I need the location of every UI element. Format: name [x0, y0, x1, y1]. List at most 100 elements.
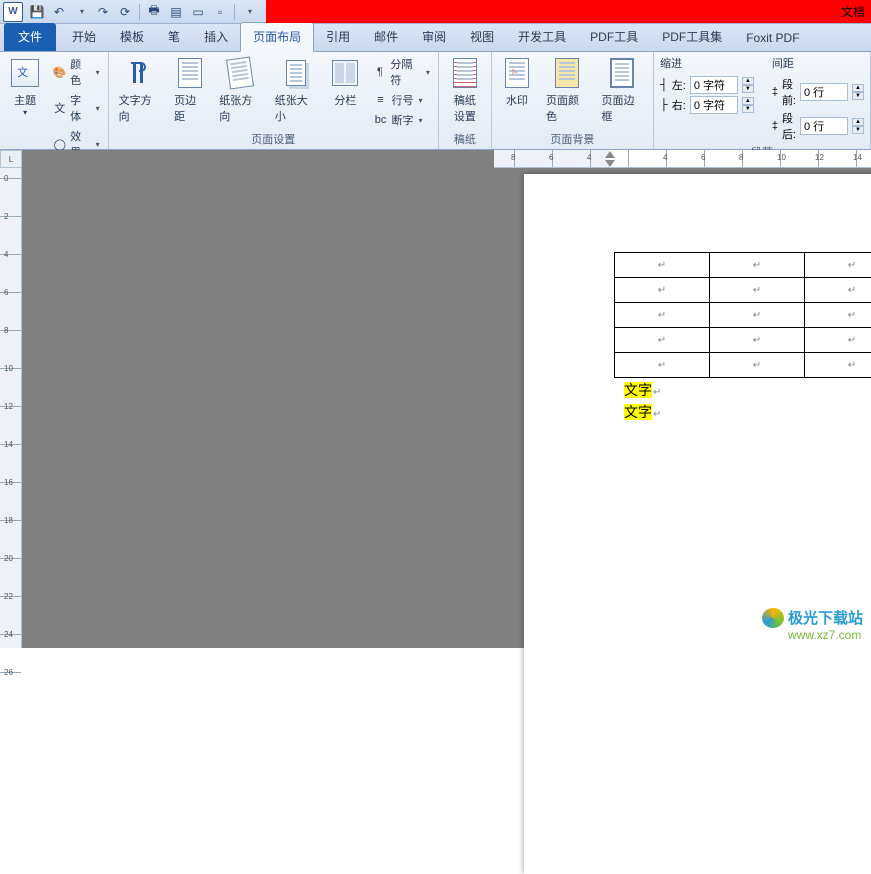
margin-icon: [174, 57, 206, 89]
font-icon: 文: [52, 100, 67, 116]
redo-icon[interactable]: ↷: [94, 3, 112, 21]
themes-label: 主题: [14, 92, 36, 108]
save-icon[interactable]: 💾: [28, 3, 46, 21]
manuscript-icon: [449, 57, 481, 89]
group-theme: 主题 ▾ 🎨颜色 文字体 ◯效果 主题: [0, 52, 109, 149]
document-pane: 8644681012141618 ↵↵↵ ↵↵↵ ↵↵↵ ↵↵↵ ↵↵↵ 文字↵…: [494, 150, 871, 648]
first-line-indent-icon[interactable]: [605, 151, 615, 158]
tab-review[interactable]: 审阅: [410, 23, 458, 51]
tab-file[interactable]: 文件: [4, 23, 56, 51]
ribbon-tabs: 文件 开始 模板 笔 插入 页面布局 引用 邮件 审阅 视图 开发工具 PDF工…: [0, 24, 871, 52]
indent-header: 缩进: [660, 55, 754, 71]
document-page[interactable]: ↵↵↵ ↵↵↵ ↵↵↵ ↵↵↵ ↵↵↵ 文字↵ 文字↵: [524, 174, 871, 874]
indent-left-row: ┤ 左: ▲▼: [660, 76, 754, 94]
table-row[interactable]: ↵↵↵: [615, 303, 871, 328]
tab-home[interactable]: 开始: [60, 23, 108, 51]
spacing-before-down[interactable]: ▼: [852, 92, 864, 100]
linenum-icon: ≡: [373, 92, 389, 108]
watermark-logo-icon: [762, 608, 784, 628]
spacing-before-input[interactable]: [800, 83, 848, 101]
qat-more-icon[interactable]: [240, 3, 258, 21]
tab-template[interactable]: 模板: [108, 23, 156, 51]
watermark-button[interactable]: A水印: [498, 55, 536, 110]
table-row[interactable]: ↵↵↵: [615, 353, 871, 378]
tab-pen[interactable]: 笔: [156, 23, 192, 51]
indent-right-input[interactable]: [690, 96, 738, 114]
orientation-button[interactable]: 纸张方向: [215, 55, 265, 126]
undo-dropdown[interactable]: [72, 3, 90, 21]
spacing-after-row: ‡ 段后: ▲▼: [772, 110, 864, 142]
page-color-button[interactable]: 页面颜色: [542, 55, 591, 126]
site-watermark: 极光下载站 www.xz7.com: [762, 607, 863, 642]
spacing-after-down[interactable]: ▼: [852, 126, 864, 134]
table-row[interactable]: ↵↵↵: [615, 253, 871, 278]
tab-page-layout[interactable]: 页面布局: [240, 22, 314, 52]
line-number-button[interactable]: ≡行号: [371, 91, 432, 109]
workarea: L 02468101214161820222426 86446810121416…: [0, 150, 871, 648]
theme-font-button[interactable]: 文字体: [50, 91, 101, 125]
spacing-before-up[interactable]: ▲: [852, 84, 864, 92]
new-icon[interactable]: ▫: [211, 3, 229, 21]
indent-right-icon: ├: [660, 99, 668, 111]
tab-foxit[interactable]: Foxit PDF: [734, 26, 811, 51]
columns-button[interactable]: 分栏: [326, 55, 364, 110]
spacing-after-input[interactable]: [800, 117, 848, 135]
tab-reference[interactable]: 引用: [314, 23, 362, 51]
spacing-before-row: ‡ 段前: ▲▼: [772, 76, 864, 108]
spacing-after-up[interactable]: ▲: [852, 118, 864, 126]
ribbon: 主题 ▾ 🎨颜色 文字体 ◯效果 主题 文字方向 页边距 纸张方向 纸张大小 分…: [0, 52, 871, 150]
theme-color-button[interactable]: 🎨颜色: [50, 55, 101, 89]
page-color-icon: [551, 57, 583, 89]
table-row[interactable]: ↵↵↵: [615, 328, 871, 353]
themes-button[interactable]: 主题 ▾: [6, 55, 44, 119]
group-bg-label: 页面背景: [498, 129, 647, 149]
orientation-icon: [224, 57, 256, 89]
indent-right-up[interactable]: ▲: [742, 97, 754, 105]
print-icon[interactable]: 🖶: [145, 3, 163, 21]
left-gray-pane: L 02468101214161820222426: [0, 150, 494, 648]
indent-left-up[interactable]: ▲: [742, 77, 754, 85]
horizontal-ruler[interactable]: 8644681012141618: [494, 150, 871, 168]
manuscript-button[interactable]: 稿纸 设置: [445, 55, 485, 126]
break-icon: ¶: [373, 64, 388, 80]
group-manuscript: 稿纸 设置 稿纸: [439, 52, 492, 149]
spacing-before-label: 段前:: [782, 76, 796, 108]
page-border-icon: [606, 57, 638, 89]
indent-left-input[interactable]: [690, 76, 738, 94]
group-pagesetup-label: 页面设置: [115, 129, 432, 149]
paper-size-button[interactable]: 纸张大小: [271, 55, 321, 126]
columns-icon: [329, 57, 361, 89]
doc-text-line-1[interactable]: 文字↵: [624, 380, 661, 400]
vertical-ruler[interactable]: 02468101214161820222426: [0, 168, 22, 648]
breaks-button[interactable]: ¶分隔符: [371, 55, 432, 89]
text-direction-button[interactable]: 文字方向: [115, 55, 165, 126]
undo-icon[interactable]: ↶: [50, 3, 68, 21]
margin-button[interactable]: 页边距: [170, 55, 209, 126]
tab-pdf-tool[interactable]: PDF工具: [578, 23, 650, 51]
tab-dev[interactable]: 开发工具: [506, 23, 578, 51]
indent-left-down[interactable]: ▼: [742, 85, 754, 93]
title-redbar: 文档: [266, 0, 871, 23]
tab-insert[interactable]: 插入: [192, 23, 240, 51]
watermark-url: www.xz7.com: [788, 628, 863, 642]
text-direction-icon: [123, 57, 155, 89]
page-border-button[interactable]: 页面边框: [598, 55, 647, 126]
hyphen-button[interactable]: bc断字: [371, 111, 432, 129]
spacing-before-icon: ‡: [772, 86, 778, 98]
titlebar: W 💾 ↶ ↷ ⟳ 🖶 ▤ ▭ ▫ 文档: [0, 0, 871, 24]
tab-view[interactable]: 视图: [458, 23, 506, 51]
watermark-icon: A: [501, 57, 533, 89]
spacing-after-icon: ‡: [772, 120, 778, 132]
doc-text-line-2[interactable]: 文字↵: [624, 402, 661, 422]
hanging-indent-icon[interactable]: [605, 160, 615, 167]
table-row[interactable]: ↵↵↵: [615, 278, 871, 303]
tab-pdf-set[interactable]: PDF工具集: [650, 23, 734, 51]
preview-icon[interactable]: ▤: [167, 3, 185, 21]
refresh-icon[interactable]: ⟳: [116, 3, 134, 21]
indent-right-down[interactable]: ▼: [742, 105, 754, 113]
ruler-corner[interactable]: L: [0, 150, 22, 168]
tab-mail[interactable]: 邮件: [362, 23, 410, 51]
hyphen-icon: bc: [373, 112, 389, 128]
open-icon[interactable]: ▭: [189, 3, 207, 21]
doc-table[interactable]: ↵↵↵ ↵↵↵ ↵↵↵ ↵↵↵ ↵↵↵: [614, 252, 871, 378]
